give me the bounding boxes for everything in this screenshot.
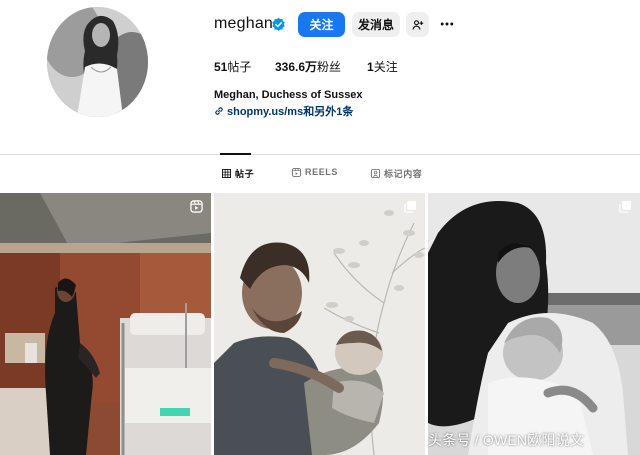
posts-count-stat: 51帖子 — [214, 58, 251, 75]
tagged-icon — [371, 169, 380, 178]
followers-count-label: 粉丝 — [317, 60, 342, 74]
post-image-mother-child — [428, 193, 640, 455]
following-count: 1 — [367, 60, 374, 74]
profile-avatar[interactable] — [47, 7, 148, 117]
source-watermark: 头条号 / OWEN欧阳说文 — [428, 432, 585, 448]
tabs-divider — [0, 154, 640, 155]
message-button[interactable]: 发消息 — [352, 12, 400, 37]
post-tile[interactable] — [214, 193, 425, 455]
tab-reels-label: REELS — [305, 167, 339, 177]
bio-link-text: shopmy.us/ms和另外1条 — [227, 106, 354, 118]
reel-icon — [190, 200, 203, 213]
grid-icon — [222, 169, 231, 178]
verified-badge-icon — [272, 17, 285, 31]
link-icon — [215, 107, 223, 115]
avatar-image — [47, 7, 148, 117]
followers-count: 336.6万 — [275, 60, 318, 74]
post-image-father-baby — [214, 193, 425, 455]
posts-count: 51 — [214, 60, 228, 74]
suggested-accounts-button[interactable] — [406, 12, 429, 37]
followers-count-stat[interactable]: 336.6万粉丝 — [275, 58, 341, 75]
active-tab-indicator — [220, 153, 251, 155]
tab-tagged[interactable]: 标记内容 — [371, 167, 422, 180]
tab-reels[interactable]: REELS — [292, 167, 338, 177]
following-count-stat[interactable]: 1关注 — [367, 58, 398, 75]
following-count-label: 关注 — [373, 60, 398, 74]
post-tile[interactable] — [428, 193, 640, 455]
profile-username: meghan — [214, 15, 274, 32]
follow-button[interactable]: 关注 — [298, 12, 345, 37]
more-icon — [440, 22, 454, 26]
posts-count-label: 帖子 — [227, 60, 252, 74]
profile-full-name: Meghan, Duchess of Sussex — [214, 89, 363, 101]
add-person-icon — [412, 19, 423, 30]
more-options-button[interactable] — [437, 14, 457, 34]
tab-posts-label: 帖子 — [235, 169, 255, 179]
tab-posts[interactable]: 帖子 — [222, 167, 254, 180]
reels-icon — [292, 167, 301, 177]
carousel-icon — [619, 200, 632, 213]
post-tile[interactable] — [0, 193, 211, 455]
tab-tagged-label: 标记内容 — [384, 169, 423, 179]
post-image-hospital-room — [0, 193, 211, 455]
carousel-icon — [404, 200, 417, 213]
bio-link[interactable]: shopmy.us/ms和另外1条 — [214, 103, 353, 119]
